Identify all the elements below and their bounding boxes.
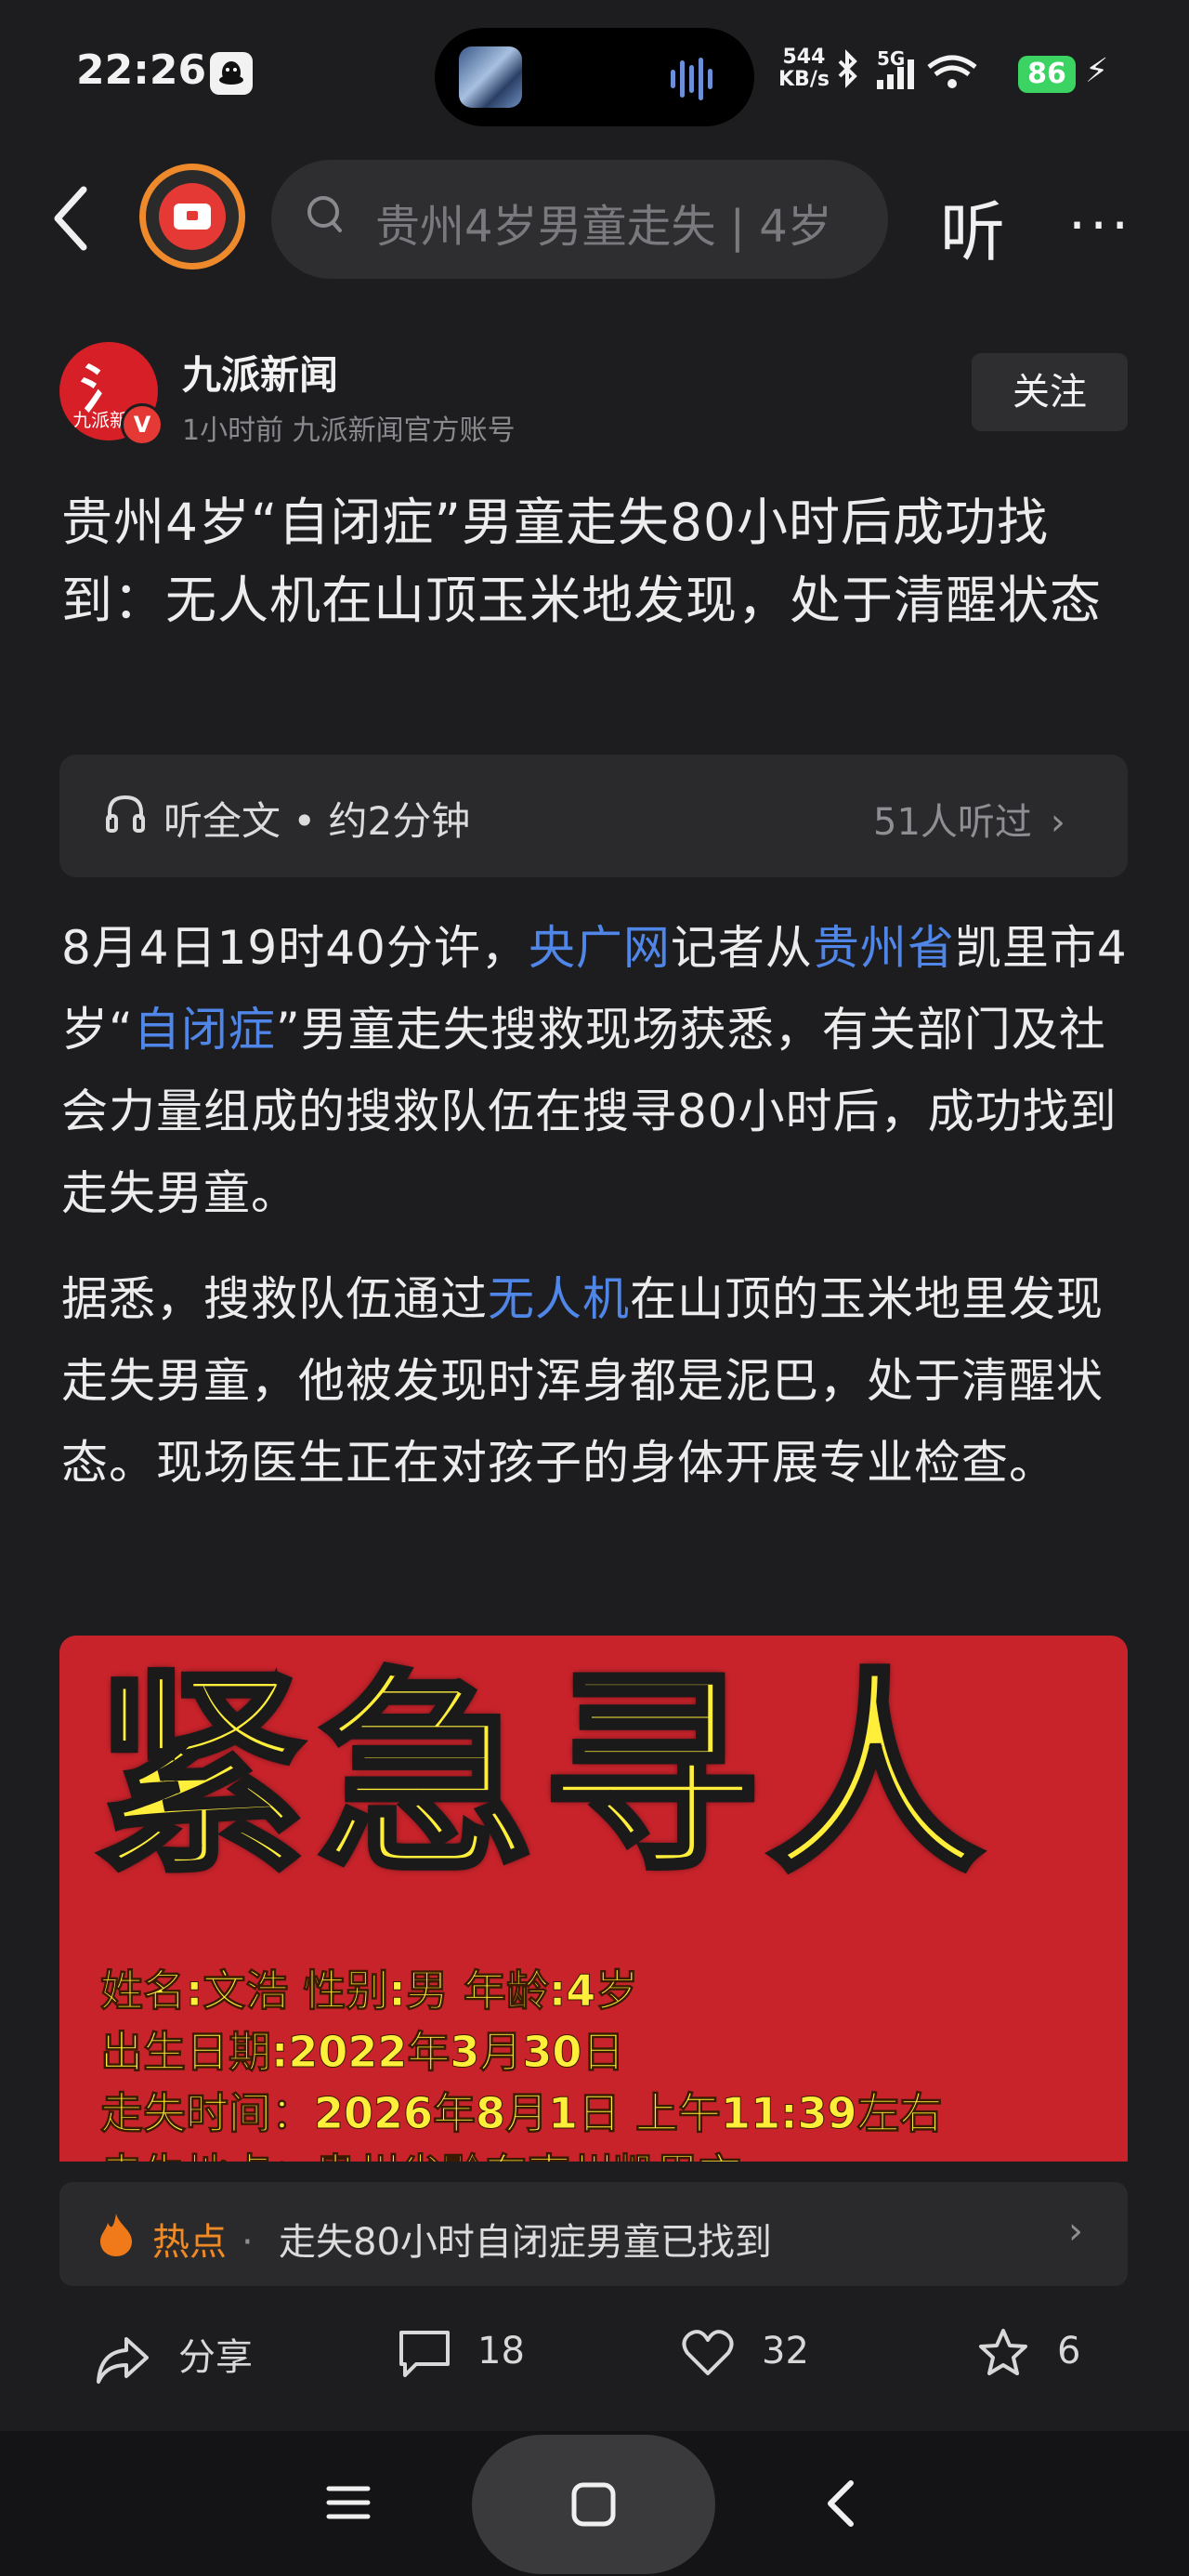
link-autism[interactable]: 自闭症 (134, 1003, 276, 1057)
battery-level: 86 (1018, 56, 1076, 93)
follow-button[interactable]: 关注 (972, 353, 1128, 431)
share-icon (97, 2337, 149, 2384)
svg-text:5G: 5G (877, 48, 905, 70)
comment-button[interactable]: 18 (398, 2327, 525, 2379)
charging-icon: ⚡ (1085, 52, 1109, 90)
poster-line-4: 走失地点：贵州省黔东南州凯里市 (100, 2141, 742, 2162)
chevron-right-icon: › (1068, 2210, 1083, 2253)
heart-icon (682, 2330, 734, 2375)
poster-line-1: 姓名:文浩 性别:男 年龄:4岁 (99, 1965, 639, 2017)
status-icons: 5G (836, 47, 1013, 106)
chevron-left-icon (54, 186, 87, 251)
verified-badge-icon: V (121, 403, 163, 446)
qq-notification-icon (210, 52, 253, 95)
more-icon[interactable]: ··· (1068, 193, 1132, 258)
audio-label[interactable]: 听全文 • 约2分钟 (163, 790, 470, 847)
comment-icon (399, 2331, 450, 2377)
star-icon (979, 2329, 1027, 2375)
fire-icon (97, 2212, 136, 2262)
poster-line-2: 出生日期:2022年3月30日 (99, 2027, 625, 2078)
net-speed: 544 KB/s (778, 46, 830, 91)
search-placeholder[interactable]: 贵州4岁男童走失 | 4岁 (375, 190, 830, 255)
paragraph-1: 8月4日19时40分许，央广网记者从贵州省凯里市4岁“自闭症”男童走失搜救现场获… (61, 921, 1128, 1220)
missing-person-poster-image[interactable]: 紧急寻人 姓名:文浩 性别:男 年龄:4岁 出生日期:2022年3月30日 走失… (59, 1636, 1128, 2162)
link-cnr[interactable]: 央广网 (529, 921, 671, 975)
poster-line-3: 走失时间：2026年8月1日 上午11:39左右 (99, 2088, 943, 2139)
listen-count[interactable]: 51人听过 › (873, 792, 1065, 846)
nav-back-icon[interactable] (817, 2476, 864, 2535)
red-envelope-icon (159, 183, 226, 250)
share-button[interactable]: 分享 (93, 2327, 253, 2385)
listen-button[interactable]: 听 (940, 180, 1005, 274)
author-name[interactable]: 九派新闻 (182, 344, 338, 401)
article-title: 贵州4岁“自闭症”男童走失80小时后成功找到：无人机在山顶玉米地发现，处于清醒状… (61, 493, 1103, 630)
post-meta: 1小时前 九派新闻官方账号 (182, 414, 516, 447)
favorite-button[interactable]: 6 (975, 2327, 1080, 2379)
home-square-icon (570, 2481, 617, 2531)
link-guizhou[interactable]: 贵州省 (813, 921, 955, 975)
audio-wave-icon (671, 58, 717, 100)
headphones-icon (102, 790, 149, 840)
poster-headline: 紧急寻人 (90, 1650, 993, 1901)
hot-tag: 热点 · (152, 2221, 254, 2264)
paragraph-2: 据悉，搜救队伍通过无人机在山顶的玉米地里发现走失男童，他被发现时浑身都是泥巴，处… (61, 1272, 1104, 1490)
status-time: 22:26 (76, 46, 207, 94)
signal-wifi-icon: 5G (838, 47, 977, 89)
hot-topic-text[interactable]: 走失80小时自闭症男童已找到 (279, 2212, 772, 2266)
search-icon (307, 193, 344, 240)
menu-icon[interactable] (325, 2479, 372, 2530)
link-drone[interactable]: 无人机 (488, 1272, 630, 1326)
chevron-right-icon: › (1050, 801, 1065, 844)
media-thumbnail (459, 46, 522, 108)
like-button[interactable]: 32 (680, 2327, 809, 2379)
red-packet-avatar[interactable] (139, 164, 245, 269)
back-button[interactable] (46, 177, 102, 260)
